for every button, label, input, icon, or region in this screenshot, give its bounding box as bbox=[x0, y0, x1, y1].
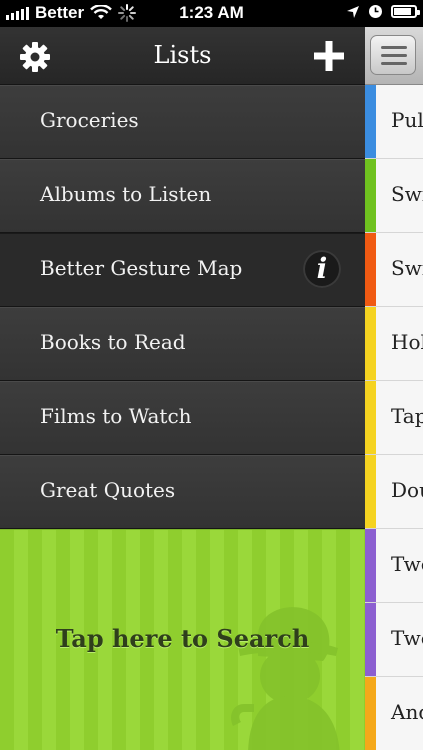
color-tag bbox=[365, 307, 376, 380]
detail-list-item[interactable]: Hol bbox=[365, 307, 423, 381]
detective-silhouette-icon bbox=[231, 607, 340, 750]
detail-list-item-label: Dou bbox=[391, 478, 423, 502]
list-item-label: Better Gesture Map bbox=[40, 256, 243, 280]
detail-nav-bar bbox=[365, 27, 423, 85]
color-tag bbox=[365, 233, 376, 306]
detail-list-item[interactable]: Dou bbox=[365, 455, 423, 529]
list-item-label: Groceries bbox=[40, 108, 139, 132]
status-bar: Better 1:23 AM bbox=[0, 0, 423, 27]
detail-list-item-label: Pul bbox=[391, 108, 423, 132]
color-tag bbox=[365, 455, 376, 528]
list-item[interactable]: Albums to Listen bbox=[0, 159, 365, 233]
list-item[interactable]: Films to Watch bbox=[0, 381, 365, 455]
info-icon[interactable]: i bbox=[303, 250, 341, 288]
detail-list-item[interactable]: Swi bbox=[365, 159, 423, 233]
detail-list-item-label: Two bbox=[391, 626, 423, 650]
detail-list-item[interactable]: Pul bbox=[365, 85, 423, 159]
list-item-label: Albums to Listen bbox=[40, 182, 212, 206]
color-tag bbox=[365, 677, 376, 750]
color-tag bbox=[365, 159, 376, 232]
location-arrow-icon bbox=[347, 5, 359, 18]
search-area[interactable]: Tap here to Search bbox=[0, 529, 365, 750]
detail-list-item-label: Swi bbox=[391, 182, 423, 206]
color-tag bbox=[365, 529, 376, 602]
alarm-clock-icon bbox=[369, 5, 382, 18]
detail-list-item-label: Hol bbox=[391, 330, 423, 354]
detail-list-item[interactable]: And bbox=[365, 677, 423, 750]
status-right bbox=[346, 4, 420, 19]
lists-list: Groceries Albums to Listen Better Gestur… bbox=[0, 85, 365, 529]
search-label: Tap here to Search bbox=[55, 624, 310, 653]
detail-list-item-label: Swi bbox=[391, 256, 423, 280]
menu-icon[interactable] bbox=[370, 35, 416, 75]
detail-panel: Pul Swi Swi Hol Tap Dou Two Two And bbox=[365, 27, 423, 750]
list-item-label: Films to Watch bbox=[40, 404, 192, 428]
list-item[interactable]: Groceries bbox=[0, 85, 365, 159]
list-item[interactable]: Great Quotes bbox=[0, 455, 365, 529]
list-item[interactable]: Books to Read bbox=[0, 307, 365, 381]
color-tag bbox=[365, 85, 376, 158]
color-tag bbox=[365, 381, 376, 454]
detail-list-item[interactable]: Two bbox=[365, 603, 423, 677]
detail-list-item[interactable]: Tap bbox=[365, 381, 423, 455]
detail-list-item-label: And bbox=[391, 700, 423, 724]
page-title: Lists bbox=[153, 41, 212, 69]
detail-list-item[interactable]: Swi bbox=[365, 233, 423, 307]
detail-list-item-label: Two bbox=[391, 552, 423, 576]
detail-list-item[interactable]: Two bbox=[365, 529, 423, 603]
plus-icon[interactable] bbox=[313, 40, 345, 72]
nav-bar: Lists bbox=[0, 27, 365, 85]
list-item-label: Books to Read bbox=[40, 330, 186, 354]
lists-panel: Lists Groceries Albums to Listen Better … bbox=[0, 27, 365, 750]
battery-icon bbox=[391, 5, 420, 18]
list-item-label: Great Quotes bbox=[40, 478, 176, 502]
list-item-selected[interactable]: Better Gesture Map i bbox=[0, 233, 365, 307]
color-tag bbox=[365, 603, 376, 676]
detail-list-item-label: Tap bbox=[391, 404, 423, 428]
